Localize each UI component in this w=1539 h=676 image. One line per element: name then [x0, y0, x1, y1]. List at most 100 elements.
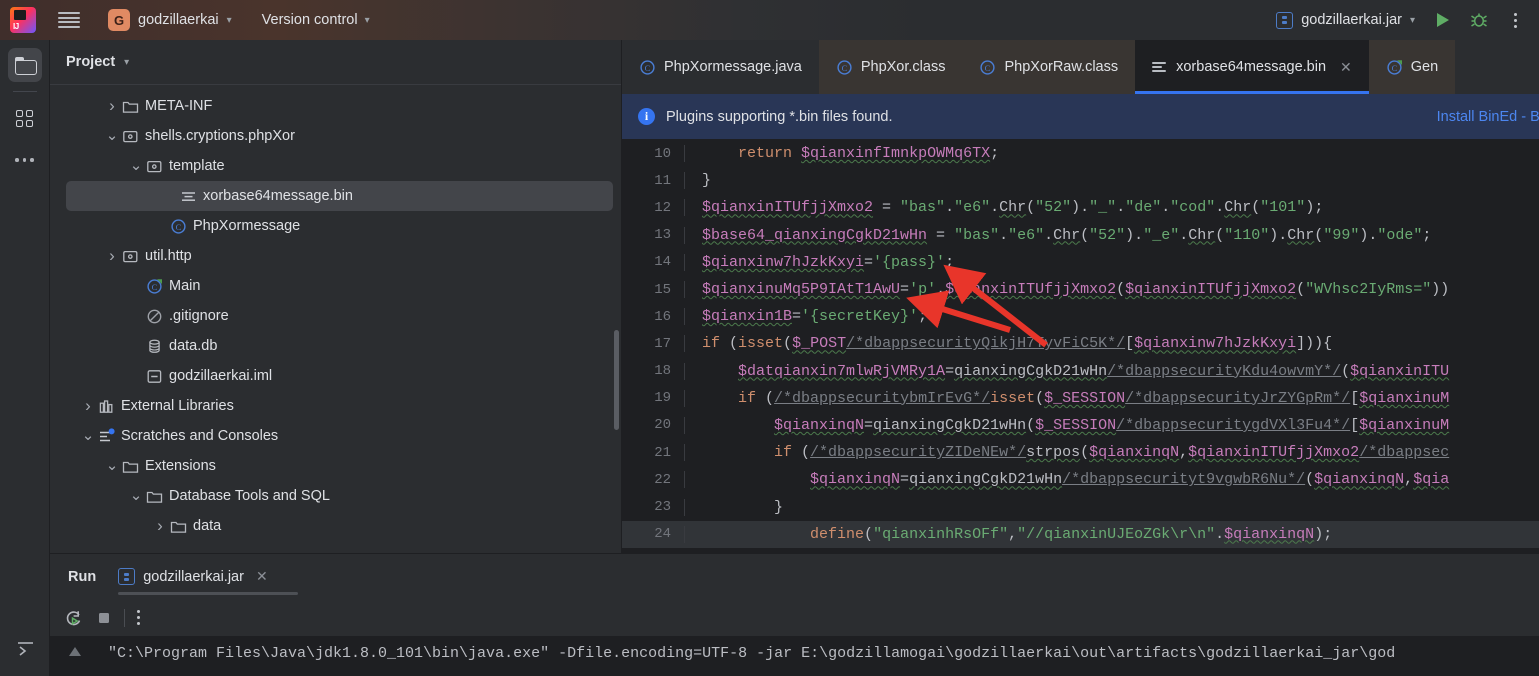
run-tab-godzillaerkai-jar[interactable]: godzillaerkai.jar ✕: [118, 554, 299, 599]
stop-button[interactable]: [96, 610, 112, 626]
run-console[interactable]: "C:\Program Files\Java\jdk1.8.0_101\bin\…: [50, 637, 1539, 676]
database-icon: [148, 339, 160, 353]
project-panel-header[interactable]: Project ▾: [50, 40, 621, 85]
tree-item-data[interactable]: › data: [50, 511, 621, 541]
tree-item-godzillaerkai-iml[interactable]: godzillaerkai.iml: [50, 361, 621, 391]
svg-text:C: C: [1391, 63, 1397, 73]
tree-item-data-db[interactable]: data.db: [50, 331, 621, 361]
intellij-logo-icon: [10, 7, 36, 33]
rail-bottom-actions: [0, 624, 50, 666]
tree-item-label: util.http: [145, 248, 192, 264]
tree-item-extensions[interactable]: ⌄ Extensions: [50, 451, 621, 481]
code-line-10[interactable]: 10 return $qianxinfImnkpOWMq6TX;: [622, 140, 1539, 167]
code-line-12[interactable]: 12 $qianxinITUfjjXmxo2 = "bas"."e6".Chr("…: [622, 194, 1539, 221]
tree-item-template[interactable]: ⌄ template: [50, 151, 621, 181]
code-line-11[interactable]: 11}: [622, 167, 1539, 194]
folder-icon: [146, 491, 162, 503]
info-icon: i: [638, 108, 655, 125]
chevron-down-icon[interactable]: ⌄: [128, 488, 144, 503]
tree-item-icon: [178, 188, 198, 205]
chevron-down-icon[interactable]: ⌄: [104, 458, 120, 473]
sidebar-item-project[interactable]: [7, 48, 42, 82]
project-scrollbar-thumb[interactable]: [614, 330, 619, 430]
tab-label: xorbase64message.bin: [1176, 59, 1327, 75]
project-panel-title: Project: [66, 54, 116, 70]
project-selector[interactable]: G godzillaerkai ▾: [102, 6, 238, 34]
code-line-17[interactable]: 17 if (isset($_POST/*dbappsecurityQikjH7T…: [622, 330, 1539, 357]
code-line-21[interactable]: 21 if (/*dbappsecurityZIDeNEw*/strpos($q…: [622, 439, 1539, 466]
binary-file-icon: [1152, 59, 1168, 75]
chevron-down-icon[interactable]: ⌄: [80, 428, 96, 443]
tab-gen[interactable]: C Gen: [1368, 40, 1456, 94]
tab-phpxormessage-java[interactable]: C PhpXormessage.java: [622, 40, 819, 94]
code-line-22[interactable]: 22 $qianxinqN=qianxingCgkD21wHn/*dbappse…: [622, 466, 1539, 493]
rerun-icon: [66, 610, 81, 625]
sidebar-item-structure[interactable]: [8, 101, 42, 135]
more-vertical-icon[interactable]: [137, 610, 140, 625]
run-configuration-selector[interactable]: godzillaerkai.jar ▾: [1268, 8, 1423, 33]
chevron-right-icon[interactable]: ›: [80, 396, 96, 416]
code-line-text: }: [684, 498, 1539, 516]
install-plugin-link[interactable]: Install BinEd - Bi: [1437, 109, 1539, 125]
code-line-13[interactable]: 13 $base64_qianxingCgkD21wHn = "bas"."e6"…: [622, 222, 1539, 249]
gitignore-icon: [147, 309, 161, 323]
tree-item-shells-cryptions-phpxor[interactable]: ⌄ shells.cryptions.phpXor: [50, 121, 621, 151]
project-tree[interactable]: › META-INF ⌄ shells.cryptions.phpXor ⌄ templa…: [50, 85, 621, 553]
tree-item-scratches-and-consoles[interactable]: ⌄ Scratches and Consoles: [50, 421, 621, 451]
code-line-23[interactable]: 23 }: [622, 493, 1539, 520]
tree-item-external-libraries[interactable]: › External Libraries: [50, 391, 621, 421]
package-icon: [122, 250, 137, 262]
title-bar: G godzillaerkai ▾ Version control ▾ godz…: [0, 0, 1539, 40]
tab-xorbase64message-bin[interactable]: xorbase64message.bin ✕: [1135, 40, 1369, 94]
title-bar-right-actions: godzillaerkai.jar ▾: [1268, 0, 1531, 40]
scratches-icon: [99, 427, 115, 441]
more-actions-button[interactable]: [1499, 4, 1531, 36]
sidebar-item-more[interactable]: [8, 143, 42, 177]
tree-item-meta-inf[interactable]: › META-INF: [50, 91, 621, 121]
chevron-down-icon[interactable]: ⌄: [128, 158, 144, 173]
code-editor[interactable]: 10 return $qianxinfImnkpOWMq6TX; 11} 12 $qi…: [622, 140, 1539, 553]
code-line-text: return $qianxinfImnkpOWMq6TX;: [684, 145, 1539, 163]
chevron-down-icon[interactable]: ⌄: [104, 128, 120, 143]
code-line-20[interactable]: 20 $qianxinqN=qianxingCgkD21wHn($_SESSIO…: [622, 412, 1539, 439]
close-icon[interactable]: ✕: [256, 568, 268, 585]
tree-item-phpxormessage[interactable]: C PhpXormessage: [50, 211, 621, 241]
scroll-up-icon[interactable]: [69, 647, 81, 656]
console-gutter: [50, 645, 100, 656]
binary-file-icon: [181, 191, 195, 201]
project-badge: G: [108, 9, 130, 31]
tree-item-database-tools-and-sql[interactable]: ⌄ Database Tools and SQL: [50, 481, 621, 511]
run-button[interactable]: [1427, 4, 1459, 36]
tree-item-util-http[interactable]: › util.http: [50, 241, 621, 271]
tree-item-label: PhpXormessage: [193, 218, 301, 234]
chevron-right-icon[interactable]: ›: [152, 516, 168, 536]
code-line-text: }: [684, 172, 1539, 190]
tab-phpxorraw-class[interactable]: C PhpXorRaw.class: [962, 40, 1136, 94]
chevron-right-icon[interactable]: ›: [104, 246, 120, 266]
code-line-24[interactable]: 24 define("qianxinhRsOFf","//qianxinUJEo…: [622, 520, 1539, 548]
rerun-button[interactable]: [64, 608, 84, 628]
line-number: 18: [654, 363, 671, 380]
sidebar-item-terminal[interactable]: [8, 632, 42, 666]
code-line-18[interactable]: 18 $datqianxin7mlwRjVMRy1A=qianxingCgkD2…: [622, 358, 1539, 385]
code-line-14[interactable]: 14 $qianxinw7hJzkKxyi='{pass}';: [622, 249, 1539, 276]
main-menu-icon[interactable]: [58, 12, 80, 28]
version-control-selector[interactable]: Version control ▾: [256, 9, 376, 31]
tree-item-label: META-INF: [145, 98, 213, 114]
chevron-right-icon[interactable]: ›: [104, 96, 120, 116]
debug-button[interactable]: [1463, 4, 1495, 36]
code-line-15[interactable]: 15 $qianxinuMq5P9IAtT1AwU='p'.$qianxinITU…: [622, 276, 1539, 303]
code-line-text: define("qianxinhRsOFf","//qianxinUJEoZGk…: [684, 525, 1539, 543]
tree-item-main[interactable]: C Main: [50, 271, 621, 301]
tree-item-icon: C: [168, 218, 188, 235]
tab-phpxor-class[interactable]: C PhpXor.class: [818, 40, 963, 94]
tree-item-icon: [120, 458, 140, 475]
tree-item-xorbase64message-bin[interactable]: xorbase64message.bin: [66, 181, 613, 211]
editor-tab-bar[interactable]: C PhpXormessage.java C PhpXor.class C PhpXorR…: [622, 40, 1539, 94]
tab-label: PhpXormessage.java: [664, 59, 802, 75]
close-icon[interactable]: ✕: [1340, 59, 1352, 76]
code-line-19[interactable]: 19 if (/*dbappsecuritybmIrEvG*/isset($_S…: [622, 385, 1539, 412]
svg-text:C: C: [841, 63, 847, 73]
tree-item--gitignore[interactable]: .gitignore: [50, 301, 621, 331]
code-line-16[interactable]: 16 $qianxin1B='{secretKey}';: [622, 303, 1539, 330]
